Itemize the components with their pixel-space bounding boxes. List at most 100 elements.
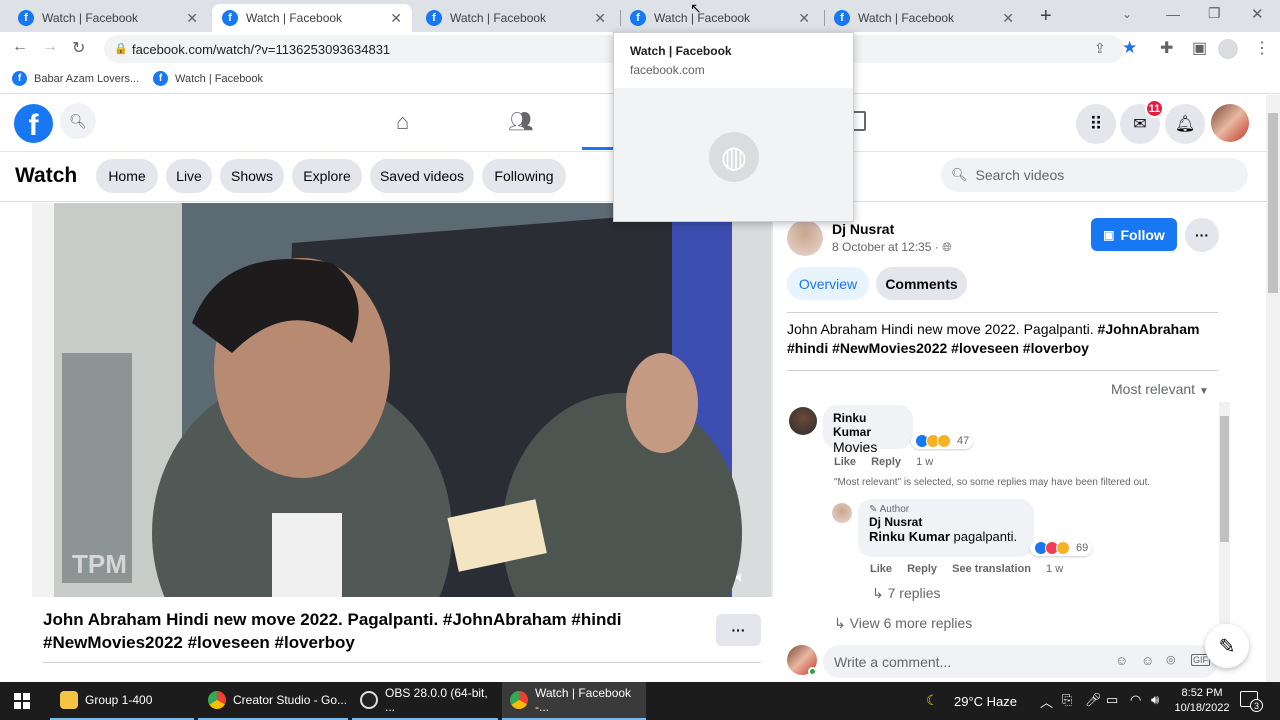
bookmark-item[interactable]: f Babar Azam Lovers... (12, 71, 139, 86)
back-icon[interactable]: ← (12, 38, 28, 56)
nav-home-button[interactable]: Home (96, 159, 158, 193)
sort-dropdown[interactable]: Most relevant ▼ (1111, 381, 1209, 397)
author-avatar[interactable] (787, 220, 823, 256)
windows-taskbar: Group 1-400 Creator Studio - Go... OBS 2… (0, 682, 1280, 720)
like-link[interactable]: Like (870, 563, 892, 575)
hashtag-links[interactable]: #hindi #NewMovies2022 #loveseen #loverbo… (787, 340, 1089, 356)
menu-grid-icon[interactable]: ⠿ (1076, 104, 1116, 144)
nav-explore-button[interactable]: Explore (292, 159, 362, 193)
camera-icon[interactable]: ◎ (1166, 653, 1176, 666)
tray-usb-icon[interactable]: ⎘ (1062, 692, 1072, 708)
search-videos-input[interactable]: 🔍︎ Search videos (941, 158, 1248, 192)
nav-shows-button[interactable]: Shows (220, 159, 284, 193)
folder-icon (60, 691, 78, 709)
reply-link[interactable]: Reply (907, 563, 937, 575)
microphone-icon[interactable]: 🎤︎ (1085, 692, 1102, 708)
like-link[interactable]: Like (834, 456, 856, 468)
side-panel-icon[interactable]: ▣ (1192, 38, 1207, 58)
close-tab-icon[interactable]: ✕ (390, 10, 402, 27)
windows-start-icon[interactable] (14, 693, 30, 709)
reply-link[interactable]: Reply (871, 456, 901, 468)
taskbar-app-label: Watch | Facebook -... (535, 686, 632, 714)
tab-hover-preview: Watch | Facebook facebook.com ◍ (613, 32, 854, 222)
reaction-summary[interactable]: 47 (911, 433, 974, 449)
browser-tab[interactable]: f Watch | Facebook ✕ (824, 4, 1024, 32)
write-comment-input[interactable]: Write a comment... ☺ ☺ ◎ GIF (823, 645, 1218, 678)
comments-scrollbar[interactable] (1219, 402, 1230, 624)
restore-icon[interactable]: ❐ (1208, 5, 1221, 22)
nav-saved-videos-button[interactable]: Saved videos (370, 159, 474, 193)
mention-link[interactable]: Rinku Kumar (869, 529, 950, 544)
author-badge: ✎ Author (869, 504, 1023, 515)
follow-button[interactable]: ▣ Follow (1091, 218, 1177, 251)
chrome-menu-icon[interactable]: ⋮ (1254, 38, 1270, 58)
tab-comments[interactable]: Comments (876, 267, 967, 300)
forward-icon[interactable]: → (42, 38, 58, 56)
search-placeholder: Search videos (975, 167, 1065, 183)
volume-icon[interactable]: 🔊︎ (1151, 692, 1159, 708)
new-message-icon[interactable]: ✎ (1205, 624, 1249, 668)
close-tab-icon[interactable]: ✕ (186, 10, 198, 27)
reload-icon[interactable]: ↻ (72, 38, 85, 58)
taskbar-app-chrome[interactable]: Creator Studio - Go... (198, 682, 348, 720)
facebook-logo[interactable]: f (14, 104, 53, 143)
reply-author[interactable]: Dj Nusrat (869, 515, 1023, 529)
close-tab-icon[interactable]: ✕ (1002, 10, 1014, 27)
taskbar-app-chrome-active[interactable]: Watch | Facebook -... (502, 682, 646, 720)
reply-author-avatar[interactable] (832, 503, 852, 523)
bookmark-star-icon[interactable]: ★ (1122, 38, 1137, 58)
nav-following-button[interactable]: Following (482, 159, 566, 193)
profile-avatar[interactable] (1211, 104, 1249, 142)
browser-tab[interactable]: f Watch | Facebook ✕ (416, 4, 616, 32)
reaction-summary[interactable]: 69 (1030, 540, 1093, 556)
volume-icon[interactable]: 🔈︎ (736, 569, 746, 587)
avatar-sticker-icon[interactable]: ☺ (1115, 653, 1128, 668)
video-watermark: TPM (72, 549, 127, 579)
new-tab-icon[interactable]: + (1040, 5, 1052, 28)
browser-tab[interactable]: f Watch | Facebook ✕ (8, 4, 208, 32)
home-icon[interactable]: ⌂ (396, 109, 409, 135)
online-dot (808, 667, 817, 676)
minimize-icon[interactable]: — (1166, 6, 1180, 22)
friends-icon[interactable]: 👥︎ (508, 109, 533, 134)
extensions-icon[interactable]: ✚ (1160, 38, 1173, 58)
reply-time[interactable]: 1 w (1046, 563, 1063, 575)
clock[interactable]: 8:52 PM 10/18/2022 (1172, 686, 1232, 716)
video-player[interactable]: TPM 🔈︎ (32, 203, 772, 597)
taskbar-app-explorer[interactable]: Group 1-400 (50, 682, 194, 720)
weather-text[interactable]: 29°C Haze (954, 694, 1017, 709)
notifications-icon[interactable]: 🔔︎ (1165, 104, 1205, 144)
description-text: John Abraham Hindi new move 2022. Pagalp… (787, 321, 1098, 337)
close-window-icon[interactable]: ✕ (1251, 5, 1264, 23)
taskbar-app-obs[interactable]: OBS 28.0.0 (64-bit, ... (352, 682, 498, 720)
browser-tab-active[interactable]: f Watch | Facebook ✕ (212, 4, 412, 32)
share-icon[interactable]: ⇪ (1094, 40, 1106, 57)
post-author[interactable]: Dj Nusrat (832, 221, 894, 237)
close-tab-icon[interactable]: ✕ (594, 10, 606, 27)
emoji-icon[interactable]: ☺ (1141, 653, 1154, 668)
tray-chevron-icon[interactable]: ︿ (1040, 692, 1053, 711)
page-scrollbar[interactable] (1266, 95, 1280, 682)
search-icon[interactable]: 🔍︎ (60, 103, 96, 139)
battery-icon[interactable]: ▭ (1106, 692, 1118, 708)
post-description: John Abraham Hindi new move 2022. Pagalp… (787, 320, 1217, 358)
tab-search-icon[interactable]: ⌄ (1122, 7, 1132, 21)
comment-author[interactable]: Rinku Kumar (833, 411, 903, 439)
see-translation-link[interactable]: See translation (952, 563, 1031, 575)
comment-actions: Like Reply 1 w (834, 456, 933, 468)
video-more-button[interactable]: ··· (716, 614, 761, 646)
commenter-avatar[interactable] (789, 407, 817, 435)
wifi-icon[interactable]: ◠ (1130, 692, 1141, 708)
browser-tab[interactable]: f Watch | Facebook ✕ (620, 4, 820, 32)
post-more-icon[interactable]: ··· (1185, 218, 1219, 252)
comment-time[interactable]: 1 w (916, 456, 933, 468)
weather-icon: ☾ (926, 692, 939, 708)
view-more-replies-link[interactable]: ↳ View 6 more replies (834, 615, 972, 632)
tab-overview[interactable]: Overview (787, 267, 869, 300)
close-tab-icon[interactable]: ✕ (798, 10, 810, 27)
nav-live-button[interactable]: Live (166, 159, 212, 193)
profile-icon[interactable] (1218, 39, 1238, 59)
hashtag-link[interactable]: #JohnAbraham (1098, 321, 1200, 337)
bookmark-item[interactable]: f Watch | Facebook (153, 71, 263, 86)
view-replies-link[interactable]: ↳ 7 replies (872, 585, 941, 602)
